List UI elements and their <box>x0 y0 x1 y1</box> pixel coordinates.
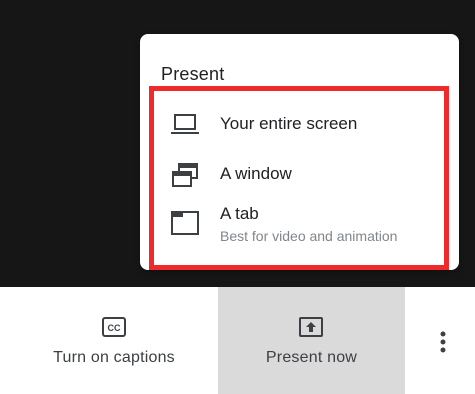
present-screen-icon <box>299 317 323 337</box>
present-menu-title: Present <box>161 64 225 84</box>
option-label: A window <box>220 164 292 183</box>
present-label: Present now <box>265 349 358 366</box>
laptop-icon <box>171 114 199 134</box>
closed-captions-icon: CC <box>102 317 126 337</box>
svg-text:CC: CC <box>108 323 121 333</box>
window-icon <box>172 163 198 187</box>
present-now-button[interactable]: Present now <box>218 287 405 394</box>
option-sublabel: Best for video and animation <box>220 228 398 244</box>
more-vert-icon[interactable] <box>428 327 458 357</box>
tab-icon <box>171 211 199 235</box>
meeting-toolbar: CC Turn on captions Present now <box>0 287 475 394</box>
captions-label: Turn on captions <box>53 349 175 366</box>
option-window[interactable]: A window <box>161 158 441 192</box>
turn-on-captions-button[interactable]: CC Turn on captions <box>30 287 198 394</box>
present-menu: Present Your entire screen A window A ta… <box>140 34 459 270</box>
option-tab[interactable]: A tab Best for video and animation <box>161 204 441 248</box>
option-entire-screen[interactable]: Your entire screen <box>161 108 441 142</box>
option-label: Your entire screen <box>220 114 358 133</box>
option-label: A tab <box>220 204 259 223</box>
